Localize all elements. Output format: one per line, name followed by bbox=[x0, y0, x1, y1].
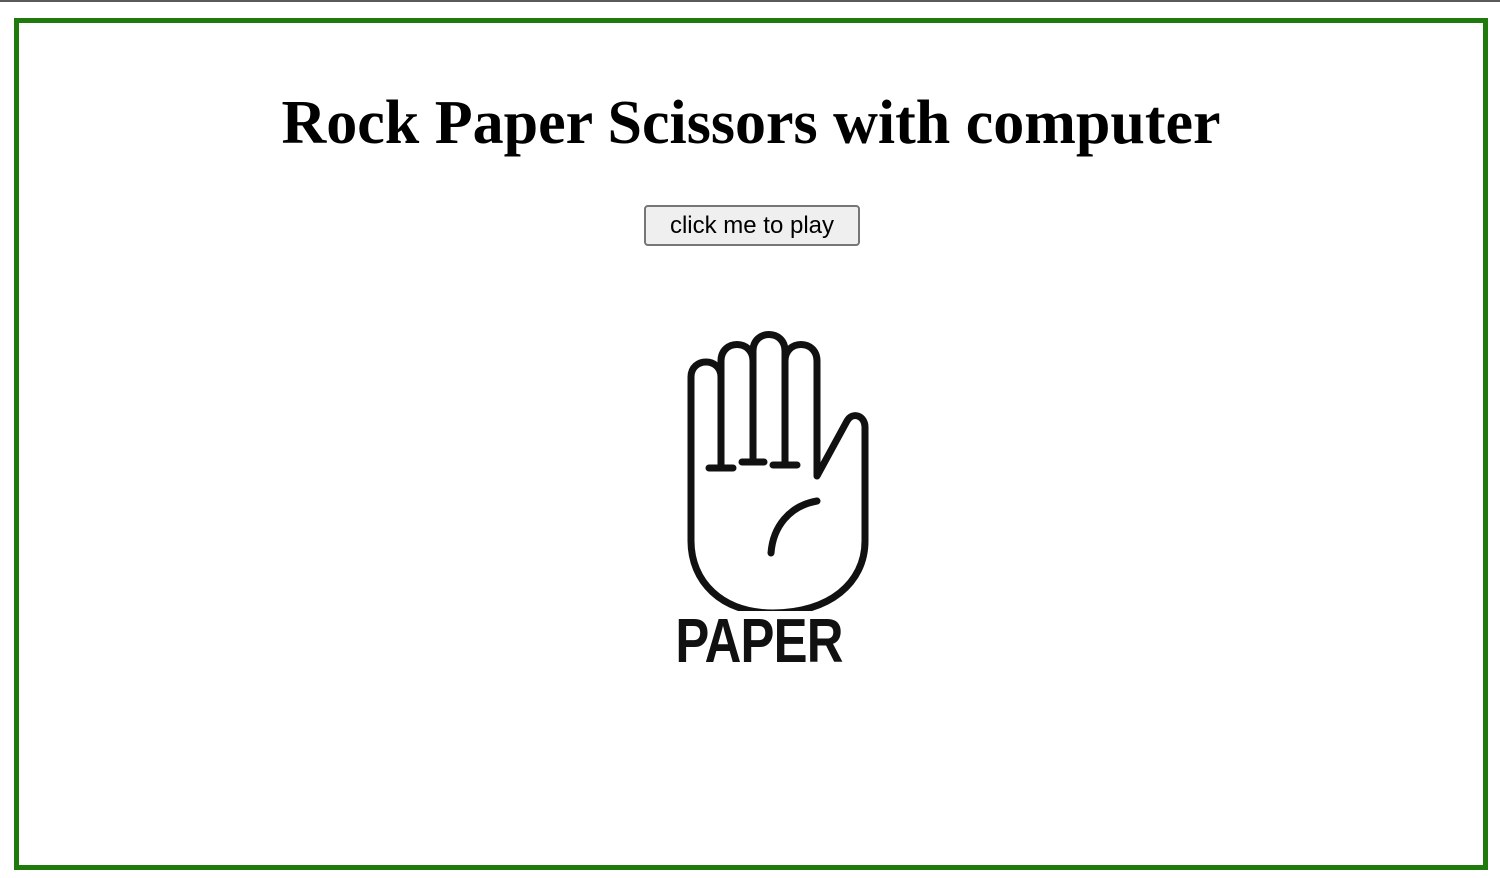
page-title: Rock Paper Scissors with computer bbox=[281, 89, 1221, 157]
game-container: Rock Paper Scissors with computer click … bbox=[14, 18, 1488, 870]
window-top-divider bbox=[0, 0, 1500, 2]
choice-label: PAPER bbox=[675, 607, 843, 676]
open-hand-paper-icon bbox=[687, 331, 869, 617]
play-button[interactable]: click me to play bbox=[644, 205, 860, 246]
